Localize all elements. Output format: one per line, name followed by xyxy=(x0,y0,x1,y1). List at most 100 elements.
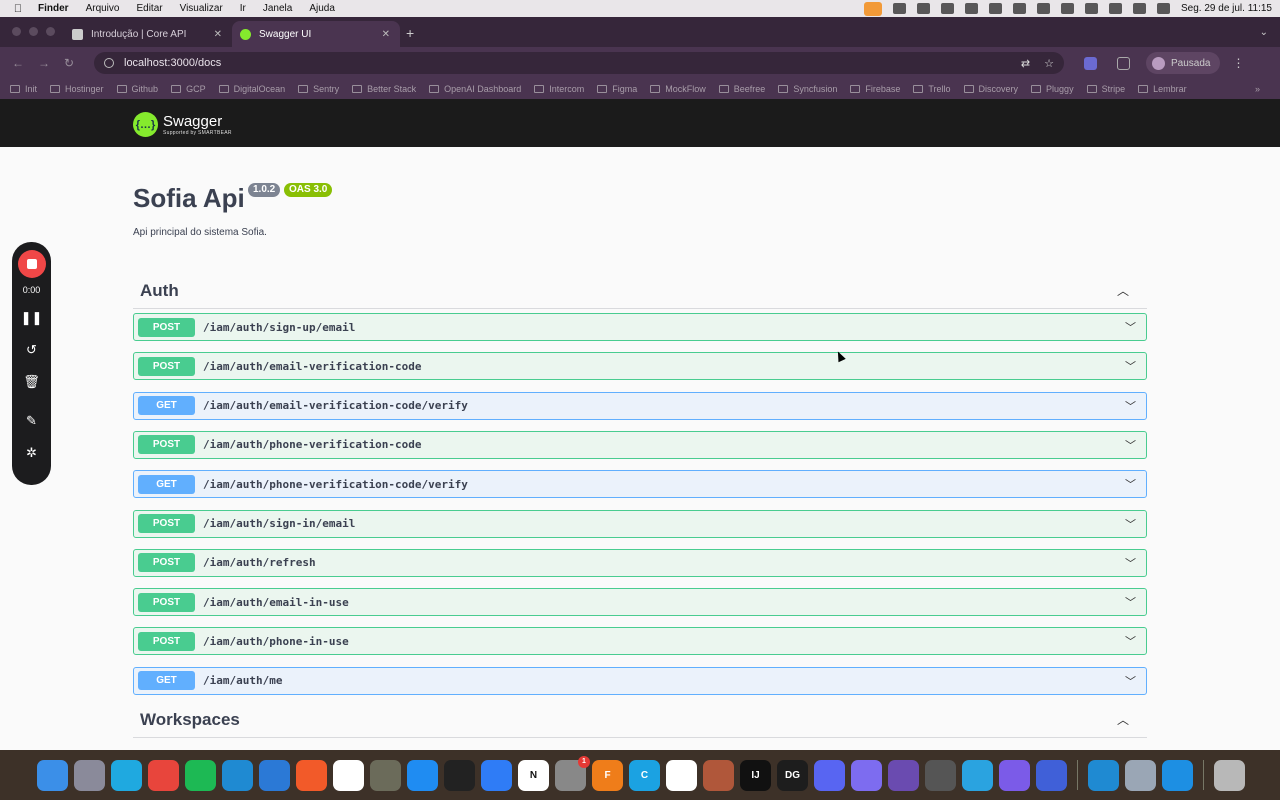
expand-chevron-icon[interactable]: ﹀ xyxy=(1125,633,1136,649)
operation-row[interactable]: POST/iam/auth/email-in-use ﹀ xyxy=(133,588,1147,617)
operation-row[interactable]: POST/iam/auth/phone-in-use ﹀ xyxy=(133,627,1147,656)
bookmarks-overflow-icon[interactable]: » xyxy=(1255,84,1260,94)
site-info-icon[interactable] xyxy=(104,58,114,68)
dock-app-gimp-icon[interactable] xyxy=(370,759,401,791)
operation-row[interactable]: GET/iam/auth/me ﹀ xyxy=(133,666,1147,695)
bookmark-item[interactable]: Syncfusion xyxy=(778,84,837,94)
status-icon[interactable] xyxy=(941,3,954,14)
dock-app-unity-icon[interactable] xyxy=(925,759,956,791)
expand-chevron-icon[interactable]: ﹀ xyxy=(1125,673,1136,689)
expand-chevron-icon[interactable]: ﹀ xyxy=(1125,319,1136,335)
operation-row[interactable]: POST/iam/auth/phone-verification-code ﹀ xyxy=(133,430,1147,459)
bookmark-item[interactable]: Github xyxy=(116,84,158,94)
stop-recording-button[interactable] xyxy=(17,250,46,278)
dock-app-logic-icon[interactable] xyxy=(851,759,882,791)
dock-app-slack-icon[interactable] xyxy=(333,759,364,791)
expand-chevron-icon[interactable]: ﹀ xyxy=(1125,476,1136,492)
dock-app-matlab-icon[interactable] xyxy=(703,759,734,791)
address-url[interactable]: localhost:3000/docs xyxy=(124,57,221,69)
browser-tab-active[interactable]: Swagger UI ✕ xyxy=(232,21,400,47)
microphone-icon[interactable] xyxy=(864,1,882,16)
operation-row[interactable]: POST/iam/auth/sign-in/email ﹀ xyxy=(133,509,1147,538)
menu-item[interactable]: Visualizar xyxy=(180,3,223,14)
bookmark-item[interactable]: Pluggy xyxy=(1031,84,1074,94)
back-icon[interactable]: ← xyxy=(12,56,26,70)
dock-app-notion-icon[interactable]: N xyxy=(518,759,549,791)
battery-icon[interactable] xyxy=(1085,3,1098,14)
play-icon[interactable] xyxy=(1037,3,1050,14)
dock-app-intellij-icon[interactable]: IJ xyxy=(740,759,771,791)
dock-app-vs-code-icon[interactable] xyxy=(222,759,253,791)
close-window-button[interactable] xyxy=(12,27,21,36)
menu-app-name[interactable]: Finder xyxy=(38,3,69,14)
expand-chevron-icon[interactable]: ﹀ xyxy=(1125,594,1136,610)
forward-icon[interactable]: → xyxy=(38,56,52,70)
bookmark-item[interactable]: Firebase xyxy=(850,84,900,94)
status-icon[interactable] xyxy=(1013,3,1026,14)
translate-icon[interactable]: ⇄ xyxy=(1021,57,1030,70)
bookmark-star-icon[interactable]: ☆ xyxy=(1044,57,1054,70)
operation-row[interactable]: POST/iam/auth/sign-up/email ﹀ xyxy=(133,313,1147,341)
dock-app-datagrip-icon[interactable]: DG xyxy=(777,759,808,791)
close-tab-icon[interactable]: ✕ xyxy=(382,29,390,40)
effects-icon[interactable]: ✲ xyxy=(26,445,37,462)
operation-row[interactable]: GET/iam/auth/email-verification-code/ver… xyxy=(133,391,1147,420)
dock-app-xcode-icon[interactable] xyxy=(481,759,512,791)
dock-app-monitor-icon[interactable] xyxy=(444,759,475,791)
wifi-icon[interactable] xyxy=(1061,3,1074,14)
dock-app-vs-code-2-icon[interactable] xyxy=(1088,759,1119,791)
menu-clock[interactable]: Seg. 29 de jul. 11:15 xyxy=(1181,3,1272,14)
bookmark-item[interactable]: Hostinger xyxy=(50,84,104,94)
zoom-window-button[interactable] xyxy=(46,27,55,36)
minimize-window-button[interactable] xyxy=(29,27,38,36)
menu-item[interactable]: Janela xyxy=(263,3,292,14)
more-menu-icon[interactable]: ⋮ xyxy=(1232,56,1244,70)
bookmark-item[interactable]: Init xyxy=(10,84,37,94)
bookmark-item[interactable]: Better Stack xyxy=(352,84,416,94)
section-auth[interactable]: Auth ︿ xyxy=(133,273,1147,309)
bookmark-item[interactable]: Intercom xyxy=(534,84,584,94)
dock-app-trash-icon[interactable] xyxy=(1214,759,1245,791)
bookmark-item[interactable]: OpenAI Dashboard xyxy=(429,84,521,94)
dock-app-mongodb-icon[interactable] xyxy=(666,759,697,791)
bookmark-item[interactable]: Discovery xyxy=(963,84,1018,94)
expand-chevron-icon[interactable]: ﹀ xyxy=(1125,555,1136,571)
extension-icon[interactable] xyxy=(1084,56,1097,70)
bookmark-item[interactable]: Stripe xyxy=(1086,84,1125,94)
status-icon[interactable] xyxy=(917,3,930,14)
expand-chevron-icon[interactable]: ﹀ xyxy=(1125,516,1136,532)
apple-icon[interactable]:  xyxy=(8,3,28,15)
dock-app-figma-360-icon[interactable]: F xyxy=(592,759,623,791)
dock-app-chrome-icon[interactable] xyxy=(148,759,179,791)
dock-app-telegram-icon[interactable] xyxy=(962,759,993,791)
browser-tab[interactable]: Introdução | Core API ✕ xyxy=(64,21,232,47)
dock-app-react-icon[interactable] xyxy=(1036,759,1067,791)
bookmark-item[interactable]: GCP xyxy=(171,84,206,94)
profile-button[interactable]: Pausada xyxy=(1146,52,1221,74)
dock-app-disk-icon[interactable] xyxy=(1125,759,1156,791)
bookmark-item[interactable]: Lembrar xyxy=(1138,84,1187,94)
bookmark-item[interactable]: DigitalOcean xyxy=(218,84,285,94)
menu-item[interactable]: Arquivo xyxy=(86,3,120,14)
operation-row[interactable]: POST/iam/auth/email-verification-code ﹀ xyxy=(133,352,1147,381)
tab-search-chevron-icon[interactable]: ⌄ xyxy=(1260,27,1268,38)
menu-item[interactable]: Ajuda xyxy=(309,3,335,14)
new-tab-button[interactable]: + xyxy=(406,25,414,41)
bookmark-item[interactable]: Figma xyxy=(597,84,637,94)
dock-app-discord-icon[interactable] xyxy=(814,759,845,791)
dock-app-launchpad-icon[interactable] xyxy=(74,759,105,791)
swagger-logo[interactable]: {…} Swagger Supported by SMARTBEAR xyxy=(133,112,232,137)
pause-icon[interactable]: ❚❚ xyxy=(21,310,43,327)
status-icon[interactable] xyxy=(965,3,978,14)
dock-app-pencil-icon[interactable] xyxy=(296,759,327,791)
operation-row[interactable]: GET/iam/auth/phone-verification-code/ver… xyxy=(133,470,1147,499)
reload-icon[interactable]: ↻ xyxy=(64,56,78,70)
menu-item[interactable]: Ir xyxy=(240,3,246,14)
expand-chevron-icon[interactable]: ﹀ xyxy=(1125,358,1136,374)
expand-chevron-icon[interactable]: ﹀ xyxy=(1125,437,1136,453)
status-icon[interactable] xyxy=(989,3,1002,14)
siri-icon[interactable] xyxy=(1157,3,1170,14)
dock-app-app-icon[interactable] xyxy=(259,759,290,791)
menu-item[interactable]: Editar xyxy=(136,3,162,14)
dock-app-ball-icon[interactable] xyxy=(888,759,919,791)
